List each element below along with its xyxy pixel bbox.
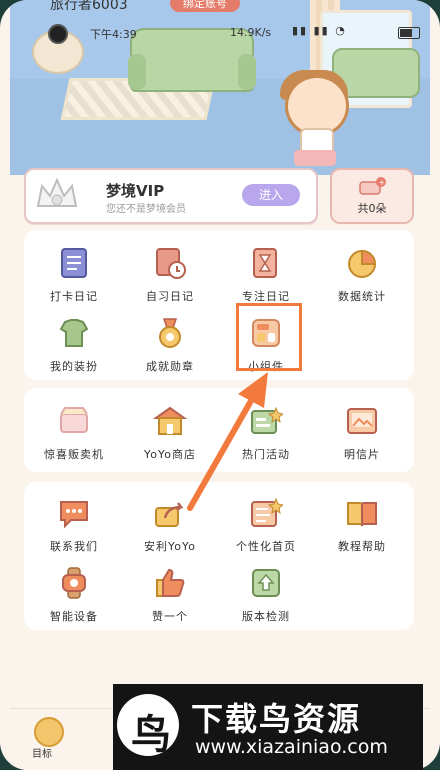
app-screen: 旅行者6003 绑定账号 下午4:39 14.9K/s ▮▮ ▮▮ ◔ 梦境VI…: [10, 0, 430, 770]
phone-frame: 旅行者6003 绑定账号 下午4:39 14.9K/s ▮▮ ▮▮ ◔ 梦境VI…: [0, 0, 440, 770]
goal-nav-label[interactable]: 目标: [32, 745, 52, 760]
watermark-title: 下载鸟资源: [191, 700, 362, 738]
goal-nav-icon[interactable]: [34, 717, 64, 747]
watermark-logo: 鸟: [117, 694, 179, 758]
watermark-banner: 鸟 下载鸟资源 www.xiazainiao.com: [113, 684, 423, 770]
annotation-arrow: [187, 372, 268, 511]
watermark-url: www.xiazainiao.com: [195, 736, 388, 758]
